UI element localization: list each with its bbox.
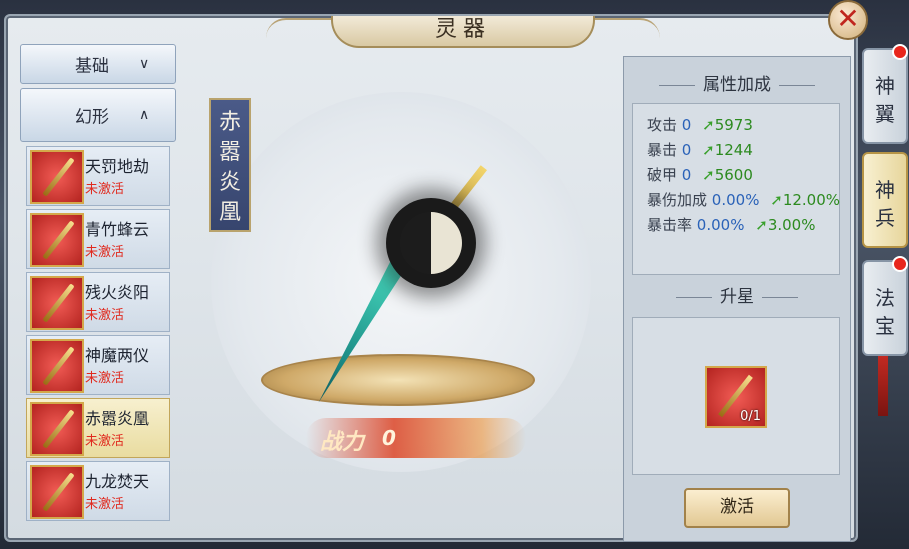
upgrade-header-label: 升星 bbox=[720, 287, 754, 307]
attribute-bonus-value: 3.00% bbox=[767, 216, 816, 234]
weapon-name-banner: 赤 嚣 炎 凰 bbox=[209, 98, 251, 232]
arrow-up-icon: ➚ bbox=[755, 216, 768, 234]
upgrade-material-box: 0/1 bbox=[632, 317, 840, 475]
close-icon[interactable]: ✕ bbox=[828, 0, 868, 40]
weapon-thumbnail bbox=[30, 276, 84, 330]
attribute-bonus-value: 12.00% bbox=[782, 191, 841, 209]
attribute-base-value: 0 bbox=[681, 141, 692, 159]
weapon-status: 未激活 bbox=[85, 182, 125, 197]
tab-char: 神 bbox=[875, 178, 895, 202]
attribute-bonus-value: 5600 bbox=[714, 166, 753, 184]
weapon-thumbnail bbox=[30, 150, 84, 204]
combat-power-display: 战力 0 bbox=[306, 418, 526, 458]
tab-char: 兵 bbox=[875, 206, 895, 230]
attribute-row: 破甲 0 ➚5600 bbox=[647, 164, 753, 185]
weapon-name: 青竹蜂云 bbox=[85, 220, 150, 239]
weapon-list: 天罚地劫 未激活 青竹蜂云 未激活 残火炎阳 未激活 神魔两仪 未激活 赤嚣炎凰… bbox=[26, 146, 170, 522]
list-item[interactable]: 青竹蜂云 未激活 bbox=[26, 209, 170, 269]
arrow-up-icon: ➚ bbox=[770, 191, 783, 209]
notification-dot bbox=[892, 256, 908, 272]
attribute-label: 暴击 bbox=[647, 141, 678, 159]
list-item-selected[interactable]: 赤嚣炎凰 未激活 bbox=[26, 398, 170, 458]
weapon-thumbnail bbox=[30, 213, 84, 267]
combat-power-label: 战力 bbox=[320, 430, 365, 455]
title-ornament-left bbox=[266, 18, 336, 40]
category-basic-button[interactable]: 基础 ∨ bbox=[20, 44, 176, 84]
attribute-label: 暴击率 bbox=[647, 216, 693, 234]
window-title: 灵器 bbox=[331, 16, 595, 48]
banner-char: 嚣 bbox=[218, 140, 241, 165]
weapon-thumbnail bbox=[30, 339, 84, 393]
tab-divine-wings[interactable]: 神 翼 bbox=[862, 44, 908, 144]
display-pedestal bbox=[261, 354, 535, 406]
category-skin-label: 幻形 bbox=[75, 107, 109, 128]
spirit-weapon-window: 灵器 基础 ∨ 幻形 ∧ 天罚地劫 未激活 青竹蜂云 未激活 残火炎阳 未激活 … bbox=[4, 14, 858, 542]
attribute-header-label: 属性加成 bbox=[703, 75, 771, 95]
tab-char: 翼 bbox=[875, 102, 895, 126]
attribute-base-value: 0 bbox=[681, 166, 692, 184]
list-item[interactable]: 九龙焚天 未激活 bbox=[26, 461, 170, 521]
weapon-thumbnail bbox=[30, 465, 84, 519]
weapon-name: 天罚地劫 bbox=[85, 157, 150, 176]
weapon-name: 神魔两仪 bbox=[85, 346, 150, 365]
yin-yang-icon bbox=[386, 198, 476, 288]
attribute-base-value: 0.00% bbox=[696, 216, 745, 234]
attribute-label: 暴伤加成 bbox=[647, 191, 708, 209]
attribute-list: 攻击 0 ➚5973 暴击 0 ➚1244 破甲 0 ➚5600 暴伤加成 0.… bbox=[632, 103, 840, 275]
attribute-label: 破甲 bbox=[647, 166, 678, 184]
chevron-down-icon: ∨ bbox=[139, 56, 150, 72]
attribute-base-value: 0.00% bbox=[711, 191, 760, 209]
banner-char: 炎 bbox=[218, 170, 241, 195]
attribute-header: 属性加成 bbox=[624, 67, 850, 103]
weapon-status: 未激活 bbox=[85, 308, 125, 323]
category-basic-label: 基础 bbox=[75, 56, 109, 77]
title-ornament-right bbox=[590, 18, 660, 40]
banner-char: 赤 bbox=[218, 110, 241, 135]
upgrade-header: 升星 bbox=[624, 279, 850, 315]
combat-power-value: 0 bbox=[382, 426, 396, 450]
tab-char: 神 bbox=[875, 74, 895, 98]
banner-char: 凰 bbox=[218, 200, 241, 225]
display-stage-backdrop bbox=[211, 92, 591, 472]
weapon-thumbnail bbox=[30, 402, 84, 456]
activate-button[interactable]: 激活 bbox=[684, 488, 790, 528]
attribute-bonus-value: 5973 bbox=[714, 116, 753, 134]
upgrade-material-slot[interactable]: 0/1 bbox=[705, 366, 767, 428]
attribute-label: 攻击 bbox=[647, 116, 678, 134]
weapon-status: 未激活 bbox=[85, 497, 125, 512]
arrow-up-icon: ➚ bbox=[702, 141, 715, 159]
weapon-status: 未激活 bbox=[85, 245, 125, 260]
weapon-name: 赤嚣炎凰 bbox=[85, 409, 150, 428]
arrow-up-icon: ➚ bbox=[702, 166, 715, 184]
list-item[interactable]: 天罚地劫 未激活 bbox=[26, 146, 170, 206]
attribute-base-value: 0 bbox=[681, 116, 692, 134]
tab-divine-weapon[interactable]: 神 兵 bbox=[862, 152, 908, 248]
tab-char: 宝 bbox=[875, 314, 895, 338]
tab-char: 法 bbox=[875, 286, 895, 310]
weapon-name: 九龙焚天 bbox=[85, 472, 150, 491]
attribute-panel: 属性加成 攻击 0 ➚5973 暴击 0 ➚1244 破甲 0 ➚5600 暴伤… bbox=[623, 56, 851, 542]
arrow-up-icon: ➚ bbox=[702, 116, 715, 134]
weapon-status: 未激活 bbox=[85, 371, 125, 386]
material-count: 0/1 bbox=[740, 409, 761, 424]
tassel-ornament bbox=[878, 356, 888, 416]
attribute-row: 暴击 0 ➚1244 bbox=[647, 139, 753, 160]
attribute-row: 暴伤加成 0.00% ➚12.00% bbox=[647, 189, 840, 210]
chevron-up-icon: ∧ bbox=[139, 107, 150, 123]
attribute-row: 攻击 0 ➚5973 bbox=[647, 114, 753, 135]
category-skin-button[interactable]: 幻形 ∧ bbox=[20, 88, 176, 142]
weapon-name: 残火炎阳 bbox=[85, 283, 150, 302]
list-item[interactable]: 神魔两仪 未激活 bbox=[26, 335, 170, 395]
weapon-status: 未激活 bbox=[85, 434, 125, 449]
attribute-row: 暴击率 0.00% ➚3.00% bbox=[647, 214, 815, 235]
attribute-bonus-value: 1244 bbox=[714, 141, 753, 159]
notification-dot bbox=[892, 44, 908, 60]
tab-magic-treasure[interactable]: 法 宝 bbox=[862, 256, 908, 356]
list-item[interactable]: 残火炎阳 未激活 bbox=[26, 272, 170, 332]
